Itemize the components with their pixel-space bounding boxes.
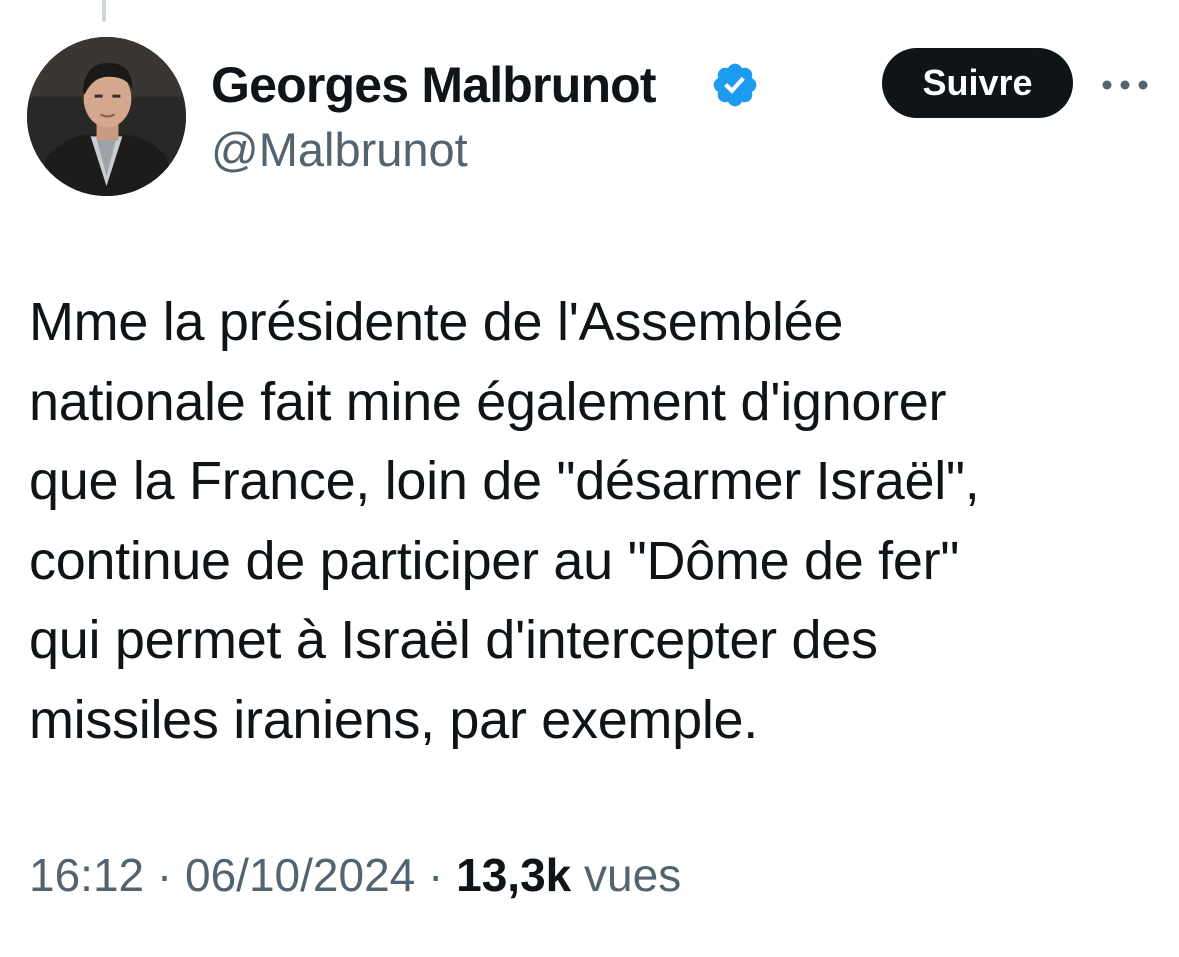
author-handle[interactable]: @Malbrunot [211,122,468,178]
tweet-text-line: que la France, loin de "désarmer Israël"… [29,451,980,511]
tweet-metadata: 16:12 · 06/10/2024 · 13,3k vues [29,845,681,905]
views-label: vues [584,849,682,901]
tweet-text-line: Mme la présidente de l'Assemblée [29,292,844,352]
follow-button[interactable]: Suivre [882,48,1073,118]
avatar-image [27,37,186,196]
verified-badge-icon [713,63,757,107]
tweet-text-line: missiles iraniens, par exemple. [29,689,758,750]
more-horizontal-icon[interactable] [1100,78,1150,92]
tweet-date[interactable]: 06/10/2024 [185,849,415,901]
tweet-text: Mme la présidente de l'Assemblée nationa… [29,283,1149,760]
tweet-text-line: qui permet à Israël d'intercepter des [29,610,878,670]
tweet-text-line: continue de participer au "Dôme de fer" [29,530,960,591]
avatar[interactable] [27,37,186,196]
author-display-name[interactable]: Georges Malbrunot [211,55,657,115]
meta-separator: · [428,849,444,901]
views-count[interactable]: 13,3k [456,849,571,901]
tweet-text-line: nationale fait mine également d'ignorer [29,371,947,432]
tweet-time[interactable]: 16:12 [29,849,144,901]
thread-connector-line [102,0,106,22]
meta-separator: · [156,849,173,901]
